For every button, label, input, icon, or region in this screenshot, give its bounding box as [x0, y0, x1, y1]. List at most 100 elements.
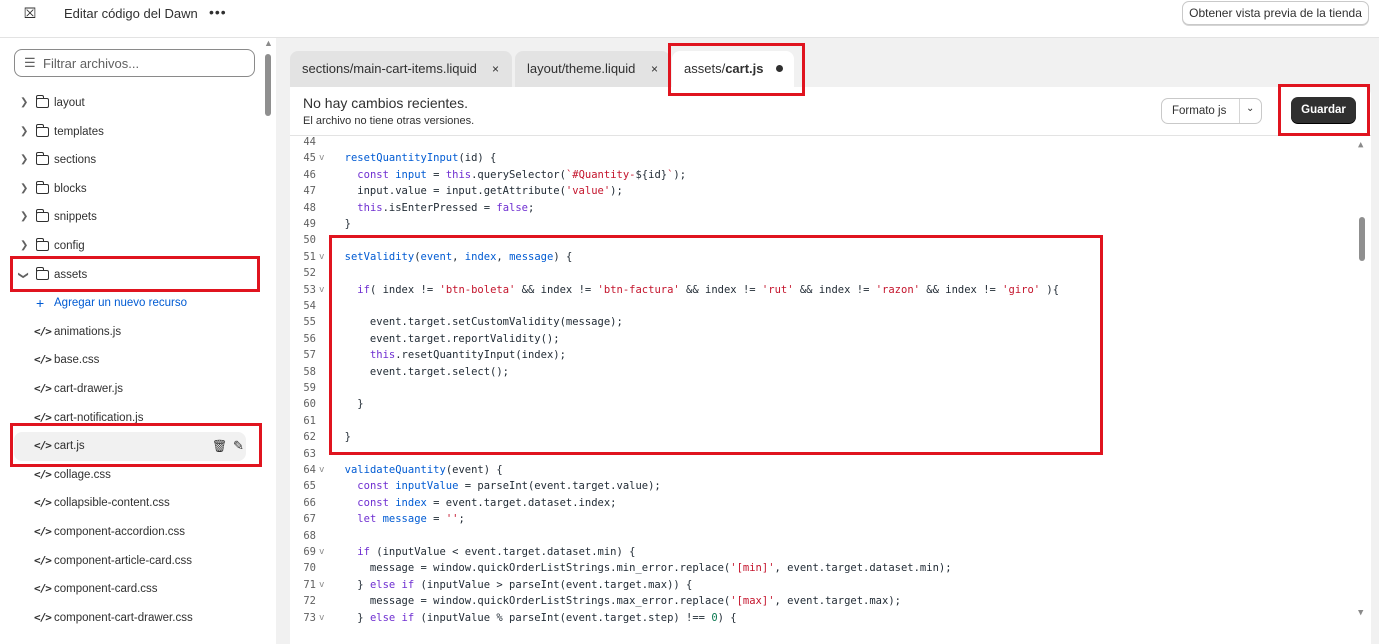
- chevron-down-icon[interactable]: ❯: [8, 271, 37, 279]
- code-line[interactable]: 65 const inputValue = parseInt(event.tar…: [290, 478, 1350, 494]
- code-line[interactable]: 71 v } else if (inputValue > parseInt(eve…: [290, 577, 1350, 593]
- exit-icon[interactable]: ⮽: [24, 5, 36, 22]
- chevron-right-icon[interactable]: ❯: [20, 118, 28, 147]
- format-js-button[interactable]: Formato js ⌄: [1161, 98, 1262, 124]
- file-item[interactable]: </> cart-notification.js: [0, 404, 262, 433]
- file-item[interactable]: </> component-card.css: [0, 575, 262, 604]
- code-line[interactable]: 51 v setValidity(event, index, message) {: [290, 249, 1350, 265]
- file-item[interactable]: </> component-cart-drawer.css: [0, 604, 262, 633]
- tab-main-cart-items[interactable]: sections/main-cart-items.liquid ×: [290, 51, 512, 87]
- chevron-right-icon[interactable]: ❯: [20, 89, 28, 118]
- file-item[interactable]: </> animations.js: [0, 318, 262, 347]
- tab-cart-js[interactable]: assets/cart.js: [672, 51, 794, 87]
- folder-icon: [36, 123, 49, 137]
- file-item[interactable]: </> component-article-card.css: [0, 547, 262, 576]
- folder-blocks[interactable]: ❯ blocks: [0, 175, 262, 204]
- code-text: if (inputValue < event.target.dataset.mi…: [357, 546, 636, 558]
- editor-scrollbar[interactable]: ▲ ▼: [1355, 136, 1369, 644]
- code-file-icon: </>: [34, 439, 52, 453]
- code-line[interactable]: 45 v resetQuantityInput(id) {: [290, 150, 1350, 166]
- code-line[interactable]: 48 this.isEnterPressed = false;: [290, 200, 1350, 216]
- save-button[interactable]: Guardar: [1291, 97, 1356, 123]
- code-line[interactable]: 44: [290, 136, 1350, 150]
- code-line[interactable]: 53 v if( index != 'btn-boleta' && index !…: [290, 282, 1350, 298]
- folder-layout[interactable]: ❯ layout: [0, 89, 262, 118]
- code-line[interactable]: 63: [290, 446, 1350, 462]
- sidebar-scrollbar[interactable]: ▲: [262, 38, 274, 644]
- scrollbar-thumb[interactable]: [265, 54, 271, 116]
- line-number: 50: [303, 234, 316, 247]
- code-text: event.target.reportValidity();: [332, 332, 560, 345]
- code-line[interactable]: 70 message = window.quickOrderListString…: [290, 560, 1350, 576]
- line-number: 61: [303, 414, 316, 427]
- preview-store-button[interactable]: Obtener vista previa de la tienda: [1182, 1, 1369, 25]
- code-line[interactable]: 61: [290, 413, 1350, 429]
- file-item-selected[interactable]: </> cart.js 🗑 ✎: [14, 432, 246, 461]
- code-line[interactable]: 50: [290, 232, 1350, 248]
- code-line[interactable]: 55 event.target.setCustomValidity(messag…: [290, 314, 1350, 330]
- code-line[interactable]: 62 }: [290, 429, 1350, 445]
- folder-sections[interactable]: ❯ sections: [0, 146, 262, 175]
- pencil-icon[interactable]: ✎: [233, 432, 244, 461]
- chevron-right-icon[interactable]: ❯: [20, 175, 28, 204]
- fold-chevron-icon[interactable]: v: [319, 462, 324, 478]
- folder-templates[interactable]: ❯ templates: [0, 118, 262, 147]
- code-line[interactable]: 72 message = window.quickOrderListString…: [290, 593, 1350, 609]
- code-line[interactable]: 57 this.resetQuantityInput(index);: [290, 347, 1350, 363]
- filter-icon: ☰: [24, 55, 36, 70]
- code-editor[interactable]: ▲ ▼ 44 45 v resetQuantityInput(id) {46 con…: [290, 135, 1371, 644]
- file-item[interactable]: </> cart-drawer.js: [0, 375, 262, 404]
- fold-chevron-icon[interactable]: v: [319, 249, 324, 265]
- code-line[interactable]: 69 v if (inputValue < event.target.datase…: [290, 544, 1350, 560]
- file-label: component-article-card.css: [54, 554, 193, 567]
- code-file-icon: </>: [34, 496, 52, 510]
- code-line[interactable]: 66 const index = event.target.dataset.in…: [290, 495, 1350, 511]
- fold-chevron-icon[interactable]: v: [319, 610, 324, 626]
- close-icon[interactable]: ×: [651, 51, 658, 87]
- chevron-right-icon[interactable]: ❯: [20, 203, 28, 232]
- chevron-right-icon[interactable]: ❯: [20, 232, 28, 261]
- code-line[interactable]: 49 }: [290, 216, 1350, 232]
- folder-snippets[interactable]: ❯ snippets: [0, 203, 262, 232]
- scroll-down-icon[interactable]: ▼: [1358, 608, 1363, 618]
- more-actions-icon[interactable]: •••: [209, 4, 227, 20]
- code-line[interactable]: 58 event.target.select();: [290, 364, 1350, 380]
- tab-theme-liquid[interactable]: layout/theme.liquid ×: [515, 51, 670, 87]
- code-line[interactable]: 46 const input = this.querySelector(`#Qu…: [290, 167, 1350, 183]
- code-line[interactable]: 47 input.value = input.getAttribute('val…: [290, 183, 1350, 199]
- code-line[interactable]: 56 event.target.reportValidity();: [290, 331, 1350, 347]
- line-number: 63: [303, 447, 316, 460]
- chevron-down-icon[interactable]: ⌄: [1246, 103, 1254, 114]
- chevron-right-icon[interactable]: ❯: [20, 146, 28, 175]
- scroll-up-icon[interactable]: ▲: [1358, 140, 1363, 150]
- line-number: 49: [303, 218, 316, 230]
- add-resource-link[interactable]: + Agregar un nuevo recurso: [0, 289, 262, 318]
- filter-files-input[interactable]: ☰ Filtrar archivos...: [14, 49, 255, 77]
- file-item[interactable]: </> collage.css: [0, 461, 262, 490]
- file-item[interactable]: </> component-accordion.css: [0, 518, 262, 547]
- top-bar: ⮽ Editar código del Dawn ••• Obtener vis…: [0, 0, 1379, 38]
- close-icon[interactable]: ×: [492, 51, 499, 87]
- folder-assets[interactable]: ❯ assets: [0, 261, 262, 290]
- fold-chevron-icon[interactable]: v: [319, 282, 324, 298]
- file-item[interactable]: </> base.css: [0, 346, 262, 375]
- code-line[interactable]: 73 v } else if (inputValue % parseInt(eve…: [290, 610, 1350, 626]
- code-line[interactable]: 64 v validateQuantity(event) {: [290, 462, 1350, 478]
- code-line[interactable]: 60 }: [290, 396, 1350, 412]
- scroll-up-icon[interactable]: ▲: [264, 38, 273, 48]
- fold-chevron-icon[interactable]: v: [319, 150, 324, 166]
- code-line[interactable]: 67 let message = '';: [290, 511, 1350, 527]
- fold-chevron-icon[interactable]: v: [319, 544, 324, 560]
- file-item[interactable]: </> collapsible-content.css: [0, 489, 262, 518]
- file-label: collapsible-content.css: [54, 497, 170, 510]
- code-line[interactable]: 52: [290, 265, 1350, 281]
- fold-chevron-icon[interactable]: v: [319, 577, 324, 593]
- unsaved-dot-icon: [776, 65, 783, 72]
- code-line[interactable]: 59: [290, 380, 1350, 396]
- folder-config[interactable]: ❯ config: [0, 232, 262, 261]
- code-line[interactable]: 68: [290, 528, 1350, 544]
- code-line[interactable]: 54: [290, 298, 1350, 314]
- scrollbar-thumb[interactable]: [1359, 217, 1365, 261]
- file-label: collage.css: [54, 468, 111, 481]
- trash-icon[interactable]: 🗑: [212, 432, 227, 461]
